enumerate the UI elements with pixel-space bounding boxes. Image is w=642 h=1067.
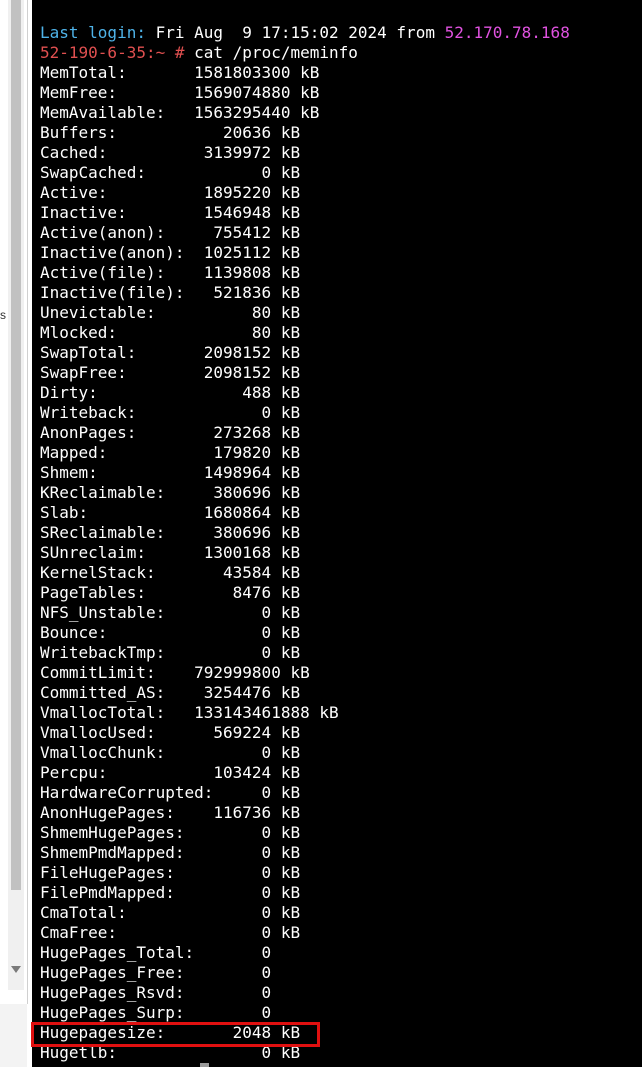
meminfo-line: Cached: 3139972 kB (40, 143, 301, 162)
meminfo-line: Inactive(anon): 1025112 kB (40, 243, 301, 262)
meminfo-line: PageTables: 8476 kB (40, 583, 301, 602)
meminfo-line: Mlocked: 80 kB (40, 323, 301, 342)
meminfo-line: ShmemPmdMapped: 0 kB (40, 843, 301, 862)
meminfo-line: Mapped: 179820 kB (40, 443, 301, 462)
meminfo-line: SwapCached: 0 kB (40, 163, 301, 182)
meminfo-line: Dirty: 488 kB (40, 383, 301, 402)
vertical-scrollbar[interactable] (8, 0, 24, 990)
meminfo-line: AnonHugePages: 116736 kB (40, 803, 301, 822)
meminfo-line: HugePages_Total: 0 (40, 943, 272, 962)
meminfo-line: KReclaimable: 380696 kB (40, 483, 301, 502)
meminfo-line: Committed_AS: 3254476 kB (40, 683, 301, 702)
command-prompt-line: 52-190-6-35:~ # cat /proc/meminfo (40, 43, 570, 63)
meminfo-line: FileHugePages: 0 kB (40, 863, 301, 882)
meminfo-line: NFS_Unstable: 0 kB (40, 603, 301, 622)
scroll-down-arrow-icon[interactable] (11, 966, 21, 973)
meminfo-line: Writeback: 0 kB (40, 403, 301, 422)
meminfo-line: MemTotal: 1581803300 kB (40, 63, 320, 82)
meminfo-line: Active(anon): 755412 kB (40, 223, 301, 242)
meminfo-line: SwapFree: 2098152 kB (40, 363, 301, 382)
meminfo-line: CmaFree: 0 kB (40, 923, 301, 942)
left-pane-footer (0, 1004, 27, 1067)
meminfo-line: HardwareCorrupted: 0 kB (40, 783, 301, 802)
meminfo-line: SReclaimable: 380696 kB (40, 523, 301, 542)
meminfo-line: Inactive(file): 521836 kB (40, 283, 301, 302)
terminal-output: Last login: Fri Aug 9 17:15:02 2024 from… (40, 23, 570, 1063)
meminfo-line: Inactive: 1546948 kB (40, 203, 301, 222)
meminfo-line: MemFree: 1569074880 kB (40, 83, 320, 102)
meminfo-line: WritebackTmp: 0 kB (40, 643, 301, 662)
shell-command: cat /proc/meminfo (184, 43, 358, 62)
terminal-cursor (200, 1063, 209, 1067)
meminfo-line: KernelStack: 43584 kB (40, 563, 301, 582)
last-login-line: Last login: Fri Aug 9 17:15:02 2024 from… (40, 23, 570, 43)
meminfo-line: Active: 1895220 kB (40, 183, 301, 202)
meminfo-line: VmallocUsed: 569224 kB (40, 723, 301, 742)
meminfo-line: VmallocTotal: 133143461888 kB (40, 703, 339, 722)
last-login-text: Fri Aug 9 17:15:02 2024 from (145, 23, 445, 42)
meminfo-line: HugePages_Rsvd: 0 (40, 983, 272, 1002)
meminfo-line: Unevictable: 80 kB (40, 303, 301, 322)
clipped-edge-text: s (0, 308, 6, 322)
meminfo-line: SwapTotal: 2098152 kB (40, 343, 301, 362)
background-window-pane: s (0, 0, 28, 1004)
meminfo-line: Percpu: 103424 kB (40, 763, 301, 782)
meminfo-line: ShmemHugePages: 0 kB (40, 823, 301, 842)
shell-prompt: 52-190-6-35:~ # (40, 43, 185, 62)
meminfo-line: Bounce: 0 kB (40, 623, 301, 642)
meminfo-line: MemAvailable: 1563295440 kB (40, 103, 320, 122)
meminfo-line: HugePages_Surp: 0 (40, 1003, 272, 1022)
meminfo-line: Slab: 1680864 kB (40, 503, 301, 522)
meminfo-line: CommitLimit: 792999800 kB (40, 663, 310, 682)
meminfo-line: SUnreclaim: 1300168 kB (40, 543, 301, 562)
scrollbar-thumb[interactable] (11, 0, 21, 890)
meminfo-line: CmaTotal: 0 kB (40, 903, 301, 922)
hugepagesize-highlight-box (31, 1022, 320, 1047)
meminfo-line: AnonPages: 273268 kB (40, 423, 301, 442)
last-login-label: Last login: (40, 23, 146, 42)
meminfo-line: Active(file): 1139808 kB (40, 263, 301, 282)
meminfo-line: Shmem: 1498964 kB (40, 463, 301, 482)
meminfo-line: FilePmdMapped: 0 kB (40, 883, 301, 902)
meminfo-line: HugePages_Free: 0 (40, 963, 272, 982)
meminfo-line: VmallocChunk: 0 kB (40, 743, 301, 762)
meminfo-line: Buffers: 20636 kB (40, 123, 301, 142)
terminal-window[interactable]: Last login: Fri Aug 9 17:15:02 2024 from… (32, 0, 642, 1067)
last-login-ip: 52.170.78.168 (444, 23, 570, 42)
